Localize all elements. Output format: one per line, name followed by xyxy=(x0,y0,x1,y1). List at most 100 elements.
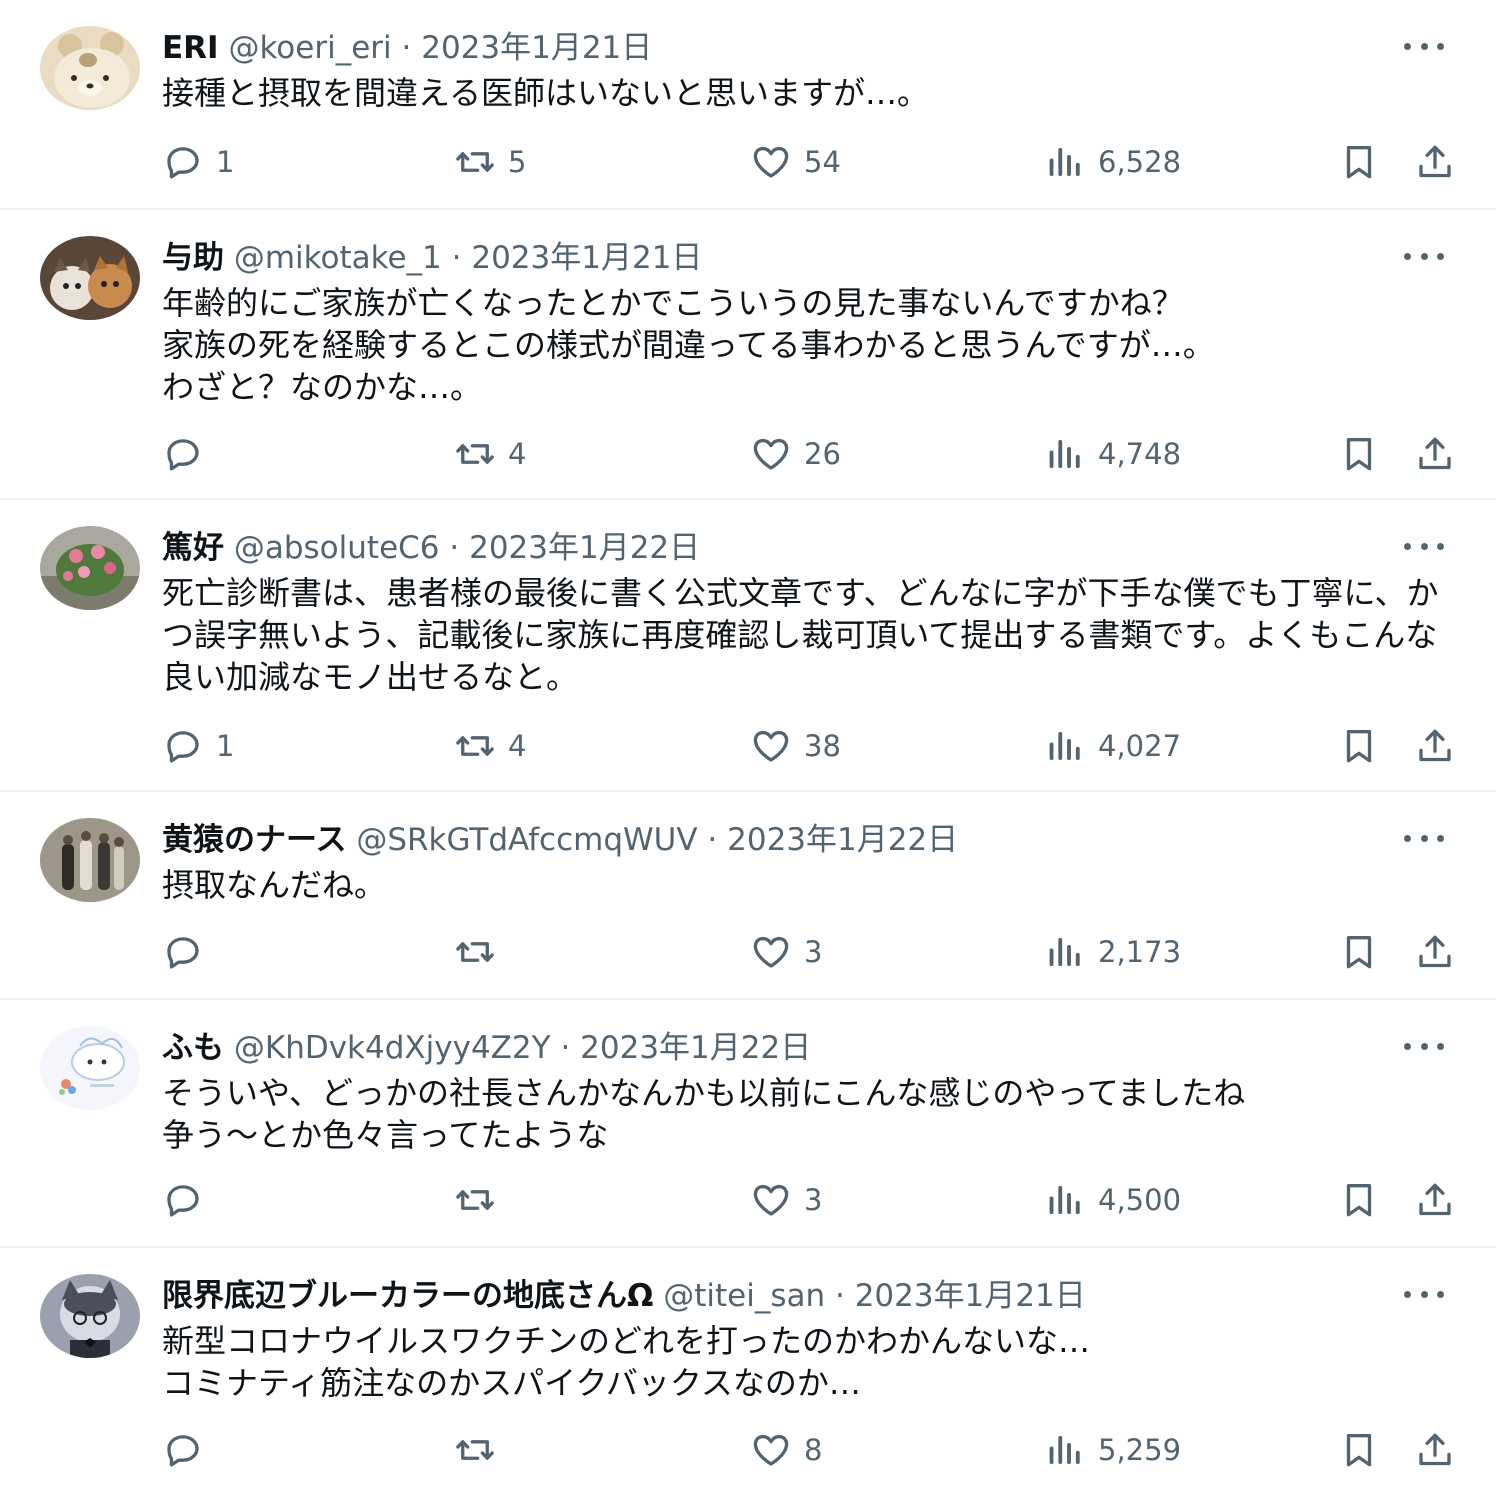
tweet[interactable]: ERI @koeri_eri · 2023年1月21日 接種と摂取を間違える医師… xyxy=(0,0,1496,210)
timestamp[interactable]: 2023年1月22日 xyxy=(469,530,700,566)
retweet-icon xyxy=(454,1429,496,1471)
handle[interactable]: @KhDvk4dXjyy4Z2Y xyxy=(234,1030,551,1066)
bookmark-icon xyxy=(1338,141,1380,183)
more-icon[interactable] xyxy=(1404,534,1444,558)
avatar-bear-image xyxy=(40,26,140,110)
retweet-button[interactable]: 4 xyxy=(454,432,526,476)
share-button[interactable] xyxy=(1414,724,1456,768)
like-count: 3 xyxy=(804,1183,823,1217)
reply-button[interactable] xyxy=(162,1428,216,1472)
tweet-text: そういや、どっかの社長さんかなんかも以前にこんな感じのやってましたね 争う〜とか… xyxy=(162,1074,1246,1154)
avatar[interactable] xyxy=(40,1026,140,1110)
bookmark-button[interactable] xyxy=(1338,432,1380,476)
avatar[interactable] xyxy=(40,26,140,110)
handle[interactable]: @mikotake_1 xyxy=(234,240,442,276)
heart-icon xyxy=(750,1429,792,1471)
reply-icon xyxy=(162,141,204,183)
more-icon[interactable] xyxy=(1404,1034,1444,1058)
retweet-button[interactable] xyxy=(454,1428,508,1472)
share-button[interactable] xyxy=(1414,140,1456,184)
tweet-text: 接種と摂取を間違える医師はいないと思いますが…。 xyxy=(162,74,930,112)
separator: · xyxy=(834,1278,845,1314)
like-button[interactable]: 54 xyxy=(750,140,841,184)
bookmark-button[interactable] xyxy=(1338,1428,1380,1472)
more-icon[interactable] xyxy=(1404,826,1444,850)
like-count: 26 xyxy=(804,437,841,471)
share-icon xyxy=(1414,725,1456,767)
retweet-button[interactable] xyxy=(454,1178,508,1222)
avatar[interactable] xyxy=(40,1274,140,1358)
share-button[interactable] xyxy=(1414,930,1456,974)
share-icon xyxy=(1414,931,1456,973)
separator: · xyxy=(560,1030,571,1066)
like-button[interactable]: 3 xyxy=(750,1178,822,1222)
action-bar: 1 5 54 6,528 xyxy=(162,140,1462,184)
tweet[interactable]: ふも @KhDvk4dXjyy4Z2Y · 2023年1月22日 そういや、どっ… xyxy=(0,1000,1496,1248)
retweet-button[interactable]: 4 xyxy=(454,724,526,768)
share-button[interactable] xyxy=(1414,1178,1456,1222)
like-count: 3 xyxy=(804,935,823,969)
reply-icon xyxy=(162,931,204,973)
views-button[interactable]: 5,259 xyxy=(1044,1428,1181,1472)
bookmark-button[interactable] xyxy=(1338,1178,1380,1222)
reply-button[interactable]: 1 xyxy=(162,140,234,184)
avatar[interactable] xyxy=(40,526,140,610)
heart-icon xyxy=(750,433,792,475)
timestamp[interactable]: 2023年1月21日 xyxy=(855,1278,1086,1314)
display-name[interactable]: ふも xyxy=(162,1030,224,1066)
tweet[interactable]: 限界底辺ブルーカラーの地底さんΩ @titei_san · 2023年1月21日… xyxy=(0,1248,1496,1496)
display-name[interactable]: 黄猿のナース xyxy=(162,822,346,858)
share-button[interactable] xyxy=(1414,1428,1456,1472)
handle[interactable]: @titei_san xyxy=(663,1278,825,1314)
share-button[interactable] xyxy=(1414,432,1456,476)
timestamp[interactable]: 2023年1月22日 xyxy=(727,822,958,858)
more-icon[interactable] xyxy=(1404,34,1444,58)
retweet-button[interactable]: 5 xyxy=(454,140,526,184)
like-count: 38 xyxy=(804,729,841,763)
retweet-button[interactable] xyxy=(454,930,508,974)
avatar[interactable] xyxy=(40,818,140,902)
handle[interactable]: @SRkGTdAfccmqWUV xyxy=(356,822,697,858)
tweet-text: 新型コロナウイルスワクチンのどれを打ったのかわかんないな… コミナティ筋注なのか… xyxy=(162,1322,1091,1402)
tweet[interactable]: 与助 @mikotake_1 · 2023年1月21日 年齢的にご家族が亡くなっ… xyxy=(0,210,1496,500)
display-name[interactable]: 与助 xyxy=(162,240,224,276)
tweet[interactable]: 黄猿のナース @SRkGTdAfccmqWUV · 2023年1月22日 摂取な… xyxy=(0,792,1496,1000)
handle[interactable]: @koeri_eri xyxy=(228,30,391,66)
action-bar: 3 4,500 xyxy=(162,1178,1462,1222)
more-icon[interactable] xyxy=(1404,1282,1444,1306)
views-icon xyxy=(1044,725,1086,767)
views-button[interactable]: 4,748 xyxy=(1044,432,1181,476)
timestamp[interactable]: 2023年1月22日 xyxy=(580,1030,811,1066)
separator: · xyxy=(449,530,460,566)
retweet-icon xyxy=(454,141,496,183)
handle[interactable]: @absoluteC6 xyxy=(234,530,440,566)
avatar[interactable] xyxy=(40,236,140,320)
views-button[interactable]: 6,528 xyxy=(1044,140,1181,184)
like-button[interactable]: 26 xyxy=(750,432,841,476)
tweet[interactable]: 篤好 @absoluteC6 · 2023年1月22日 死亡診断書は、患者様の最… xyxy=(0,500,1496,792)
like-button[interactable]: 3 xyxy=(750,930,822,974)
like-button[interactable]: 38 xyxy=(750,724,841,768)
display-name[interactable]: 限界底辺ブルーカラーの地底さんΩ xyxy=(162,1278,653,1314)
more-icon[interactable] xyxy=(1404,244,1444,268)
display-name[interactable]: ERI xyxy=(162,30,219,66)
timestamp[interactable]: 2023年1月21日 xyxy=(421,30,652,66)
display-name[interactable]: 篤好 xyxy=(162,530,224,566)
reply-button[interactable]: 1 xyxy=(162,724,234,768)
tweet-text: 死亡診断書は、患者様の最後に書く公式文章です、どんなに字が下手な僕でも丁寧に、か… xyxy=(162,574,1439,696)
views-button[interactable]: 4,500 xyxy=(1044,1178,1181,1222)
bookmark-icon xyxy=(1338,1179,1380,1221)
retweet-icon xyxy=(454,1179,496,1221)
views-button[interactable]: 2,173 xyxy=(1044,930,1181,974)
reply-button[interactable] xyxy=(162,1178,216,1222)
bookmark-button[interactable] xyxy=(1338,140,1380,184)
views-button[interactable]: 4,027 xyxy=(1044,724,1181,768)
action-bar: 3 2,173 xyxy=(162,930,1462,974)
bookmark-button[interactable] xyxy=(1338,724,1380,768)
reply-button[interactable] xyxy=(162,432,216,476)
bookmark-button[interactable] xyxy=(1338,930,1380,974)
like-button[interactable]: 8 xyxy=(750,1428,822,1472)
tweet-header: 限界底辺ブルーカラーの地底さんΩ @titei_san · 2023年1月21日 xyxy=(162,1276,1376,1316)
reply-button[interactable] xyxy=(162,930,216,974)
timestamp[interactable]: 2023年1月21日 xyxy=(471,240,702,276)
